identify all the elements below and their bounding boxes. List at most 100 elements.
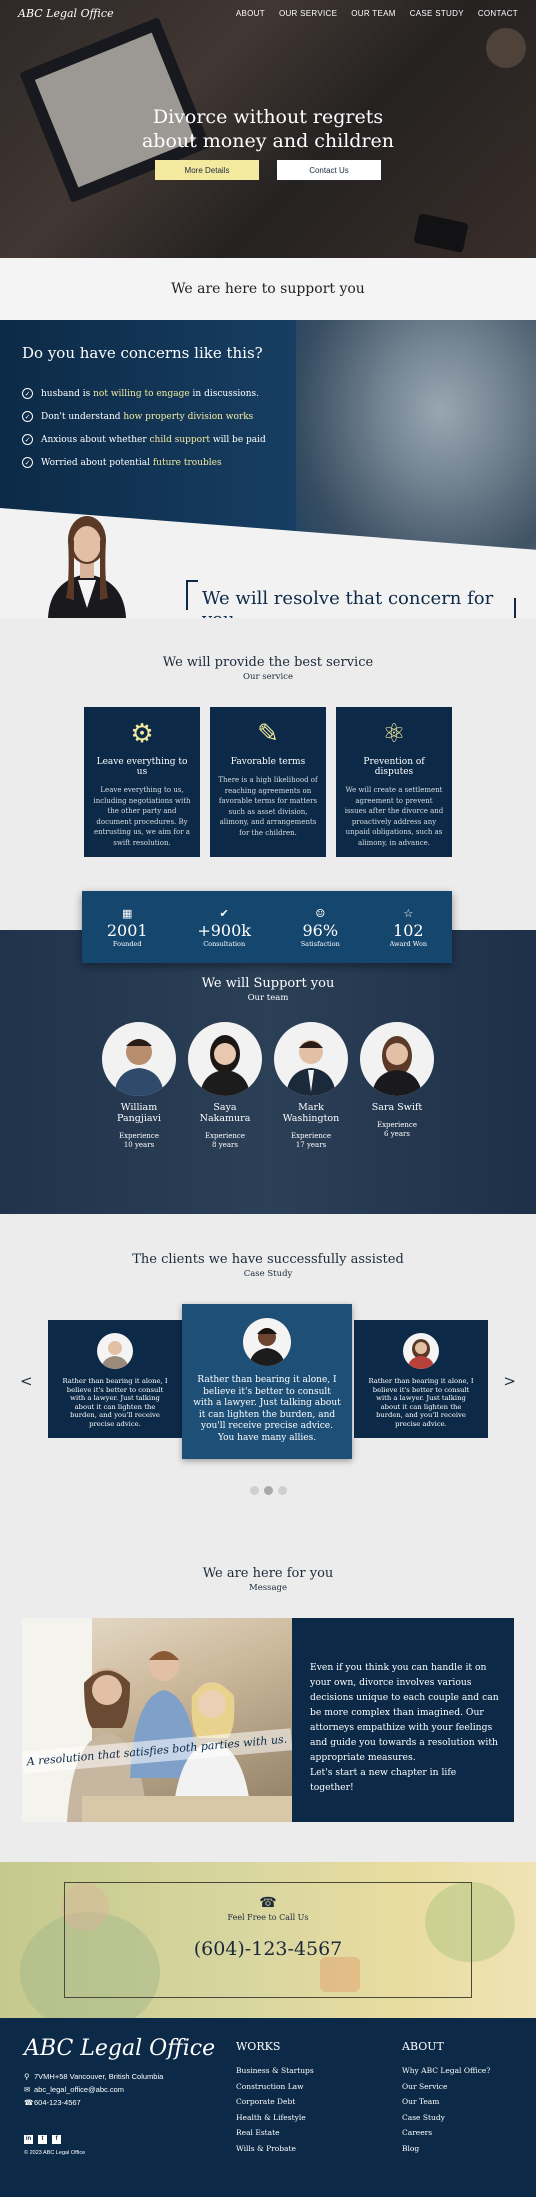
concern-item: ✓ Worried about potential future troubles <box>22 451 266 474</box>
call-phone-number[interactable]: (604)-123-4567 <box>65 1938 471 1960</box>
service-card-title: Leave everything to us <box>96 757 188 777</box>
nav-our-team[interactable]: OUR TEAM <box>351 9 395 18</box>
works-heading: WORKS <box>236 2040 281 2053</box>
footer-contact-info: ⚲ 7VMH+58 Vancouver, British Columbia ✉ ab… <box>24 2070 163 2109</box>
stats-bar: ▦ 2001 Founded ✔ +900k Consultation ☺ 96% Sati… <box>82 891 452 963</box>
check-icon: ✓ <box>22 434 33 445</box>
phone-icon: ☎ <box>259 1895 277 1911</box>
services-section: We will provide the best service Our ser… <box>0 618 536 930</box>
concern-list: ✓ husband is not willing to engage in dis… <box>22 382 266 474</box>
about-link[interactable]: Our Team <box>402 2094 490 2110</box>
support-heading: We are here to support you <box>0 258 536 320</box>
call-box: ☎ Feel Free to Call Us (604)-123-4567 <box>64 1882 472 1998</box>
footer-works-column: WORKS Business & Startups Construction L… <box>236 2040 314 2156</box>
document-icon: ✎ <box>257 719 279 749</box>
service-card-text: There is a high likelihood of reaching a… <box>218 776 318 837</box>
concern-item: ✓ husband is not willing to engage in dis… <box>22 382 266 405</box>
cases-title: The clients we have successfully assiste… <box>132 1252 404 1267</box>
location-icon: ⚲ <box>24 2072 30 2081</box>
call-label: Feel Free to Call Us <box>227 1913 309 1922</box>
twitter-icon[interactable]: t <box>38 2135 47 2144</box>
services-title: We will provide the best service <box>162 655 374 670</box>
phone-icon: ☎ <box>24 2098 34 2107</box>
about-link[interactable]: Case Study <box>402 2110 490 2126</box>
social-links: in t f <box>24 2135 61 2144</box>
message-subtitle: Message <box>249 1583 287 1593</box>
nav-contact[interactable]: CONTACT <box>478 9 518 18</box>
stat-satisfaction: ☺ 96% Satisfaction <box>300 906 340 948</box>
team-photo: A resolution that satisfies both parties… <box>22 1618 292 1822</box>
message-closing: Let's start a new chapter in life togeth… <box>310 1767 457 1793</box>
avatar <box>188 1022 262 1096</box>
team-member[interactable]: Sara Swift Experience 6 years <box>359 1022 435 1150</box>
nav-about[interactable]: ABOUT <box>236 9 265 18</box>
works-link[interactable]: Business & Startups <box>236 2063 314 2079</box>
smile-icon: ☺ <box>315 906 326 920</box>
service-card[interactable]: ⚙ Leave everything to us Leave everythin… <box>84 707 200 857</box>
footer-about-column: ABOUT Why ABC Legal Office? Our Service … <box>402 2040 490 2156</box>
works-link[interactable]: Health & Lifestyle <box>236 2110 314 2126</box>
cases-subtitle: Case Study <box>243 1269 293 1279</box>
team-member[interactable]: William Pangjiavi Experience 10 years <box>101 1022 177 1150</box>
message-text: Even if you think you can handle it on y… <box>310 1662 499 1763</box>
services-subtitle: Our service <box>243 672 293 682</box>
about-link[interactable]: Blog <box>402 2141 490 2157</box>
works-link[interactable]: Wills & Probate <box>236 2141 314 2157</box>
service-card[interactable]: ⚛ Prevention of disputes We will create … <box>336 707 452 857</box>
about-link[interactable]: Careers <box>402 2125 490 2141</box>
carousel-dots <box>0 1486 536 1495</box>
carousel-next-button[interactable]: > <box>503 1372 516 1390</box>
check-circle-icon: ✔ <box>219 906 229 920</box>
works-link[interactable]: Corporate Debt <box>236 2094 314 2110</box>
about-link[interactable]: Why ABC Legal Office? <box>402 2063 490 2079</box>
carousel-dot-active[interactable] <box>263 1486 273 1495</box>
works-link[interactable]: Construction Law <box>236 2079 314 2095</box>
carousel-dot[interactable] <box>249 1486 259 1495</box>
carousel-prev-button[interactable]: < <box>20 1372 33 1390</box>
avatar <box>102 1022 176 1096</box>
testimonial-text: Rather than bearing it alone, I believe … <box>368 1377 474 1428</box>
site-logo[interactable]: ABC Legal Office <box>18 7 114 20</box>
linkedin-icon[interactable]: in <box>24 2135 33 2144</box>
nav-our-service[interactable]: OUR SERVICE <box>279 9 337 18</box>
hero-headline: Divorce without regrets about money and c… <box>0 105 536 153</box>
contact-us-button[interactable]: Contact Us <box>277 160 381 180</box>
concerns-title: Do you have concerns like this? <box>22 344 263 362</box>
works-link[interactable]: Real Estate <box>236 2125 314 2141</box>
main-nav: ABOUT OUR SERVICE OUR TEAM CASE STUDY CO… <box>236 9 518 18</box>
footer-logo[interactable]: ABC Legal Office <box>24 2036 215 2061</box>
team-member[interactable]: Mark Washington Experience 17 years <box>273 1022 349 1150</box>
building-icon: ▦ <box>122 906 133 920</box>
check-icon: ✓ <box>22 411 33 422</box>
testimonial-card[interactable]: Rather than bearing it alone, I believe … <box>354 1320 488 1438</box>
people-network-icon: ⚛ <box>382 719 406 749</box>
avatar <box>360 1022 434 1096</box>
facebook-icon[interactable]: f <box>52 2135 61 2144</box>
footer-phone[interactable]: 604-123-4567 <box>34 2098 81 2107</box>
service-card[interactable]: ✎ Favorable terms There is a high likeli… <box>210 707 326 857</box>
testimonial-text: Rather than bearing it alone, I believe … <box>62 1377 168 1428</box>
testimonial-card-active[interactable]: Rather than bearing it alone, I believe … <box>182 1304 352 1459</box>
award-icon: ☆ <box>403 906 414 920</box>
avatar <box>403 1333 439 1369</box>
service-card-text: We will create a settlement agreement to… <box>344 786 444 847</box>
hero-line-1: Divorce without regrets <box>152 106 384 128</box>
hero-line-2: about money and children <box>141 130 395 152</box>
check-icon: ✓ <box>22 457 33 468</box>
about-link[interactable]: Our Service <box>402 2079 490 2095</box>
nav-case-study[interactable]: CASE STUDY <box>410 9 464 18</box>
footer-email[interactable]: abc_legal_office@abc.com <box>34 2085 124 2094</box>
mail-icon: ✉ <box>24 2085 31 2094</box>
testimonial-text: Rather than bearing it alone, I believe … <box>193 1375 341 1443</box>
testimonial-card[interactable]: Rather than bearing it alone, I believe … <box>48 1320 182 1438</box>
team-member[interactable]: Saya Nakamura Experience 8 years <box>187 1022 263 1150</box>
call-section: ☎ Feel Free to Call Us (604)-123-4567 <box>0 1862 536 2018</box>
avatar <box>97 1333 133 1369</box>
message-section: We are here for you Message A resolution… <box>0 1528 536 1862</box>
team-section: ▦ 2001 Founded ✔ +900k Consultation ☺ 96% Sati… <box>0 891 536 1214</box>
service-card-title: Prevention of disputes <box>363 757 425 777</box>
concern-item: ✓ Anxious about whether child support wil… <box>22 428 266 451</box>
carousel-dot[interactable] <box>277 1486 287 1495</box>
copyright: © 2023 ABC Legal Office <box>24 2150 86 2156</box>
more-details-button[interactable]: More Details <box>155 160 259 180</box>
